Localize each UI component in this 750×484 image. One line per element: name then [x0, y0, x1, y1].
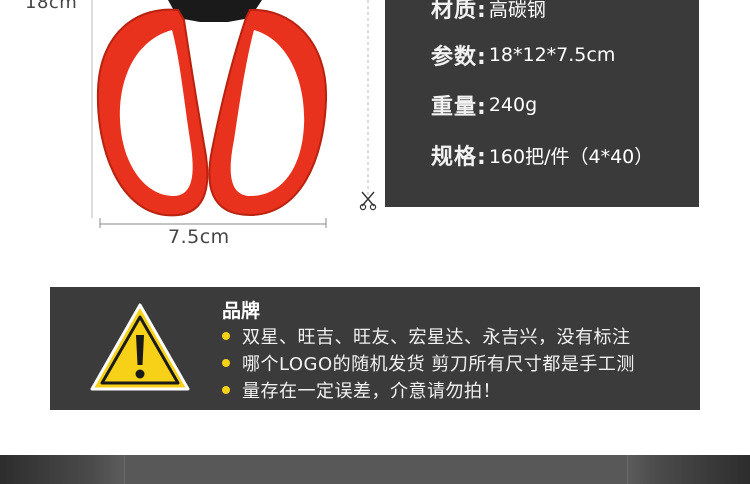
spec-row-parameters: 参数: 18*12*7.5cm	[431, 35, 615, 75]
spec-key: 参数:	[431, 45, 487, 70]
spec-row-weight: 重量: 240g	[431, 85, 537, 125]
spec-key: 规格:	[431, 145, 487, 170]
notice-text: 哪个LOGO的随机发货 剪刀所有尺寸都是手工测	[242, 354, 635, 375]
length-label: 18cm	[25, 0, 78, 13]
warning-icon	[90, 303, 190, 391]
notice-line: 量存在一定误差，介意请勿拍！	[222, 377, 501, 403]
spec-value: 18*12*7.5cm	[488, 44, 616, 66]
bullet-dot-icon	[222, 386, 230, 394]
spec-value: 160把/件（4*40）	[488, 145, 654, 168]
notice-title: 品牌	[222, 300, 261, 322]
width-label: 7.5cm	[168, 226, 230, 248]
spec-row-material: 材质: 高碳钢	[431, 0, 546, 28]
brand-notice: 品牌 双星、旺吉、旺友、宏星达、永吉兴，没有标注 哪个LOGO的随机发货 剪刀所…	[50, 287, 700, 410]
bullet-dot-icon	[222, 359, 230, 367]
spec-key: 材质:	[431, 0, 487, 23]
bullet-dot-icon	[222, 332, 230, 340]
notice-text: 双星、旺吉、旺友、宏星达、永吉兴，没有标注	[242, 327, 631, 348]
notice-text: 量存在一定误差，介意请勿拍！	[242, 381, 501, 402]
scissors-illustration	[91, 0, 377, 228]
notice-line: 双星、旺吉、旺友、宏星达、永吉兴，没有标注	[222, 323, 631, 349]
notice-line: 哪个LOGO的随机发货 剪刀所有尺寸都是手工测	[222, 350, 635, 376]
spec-row-packing: 规格: 160把/件（4*40）	[431, 135, 653, 175]
spec-value: 240g	[488, 94, 538, 116]
spec-value: 高碳钢	[488, 0, 546, 21]
spec-key: 重量:	[431, 95, 487, 120]
bottom-section-frame	[124, 455, 628, 484]
spec-panel: 材质: 高碳钢 参数: 18*12*7.5cm 重量: 240g 规格: 160…	[385, 0, 699, 207]
